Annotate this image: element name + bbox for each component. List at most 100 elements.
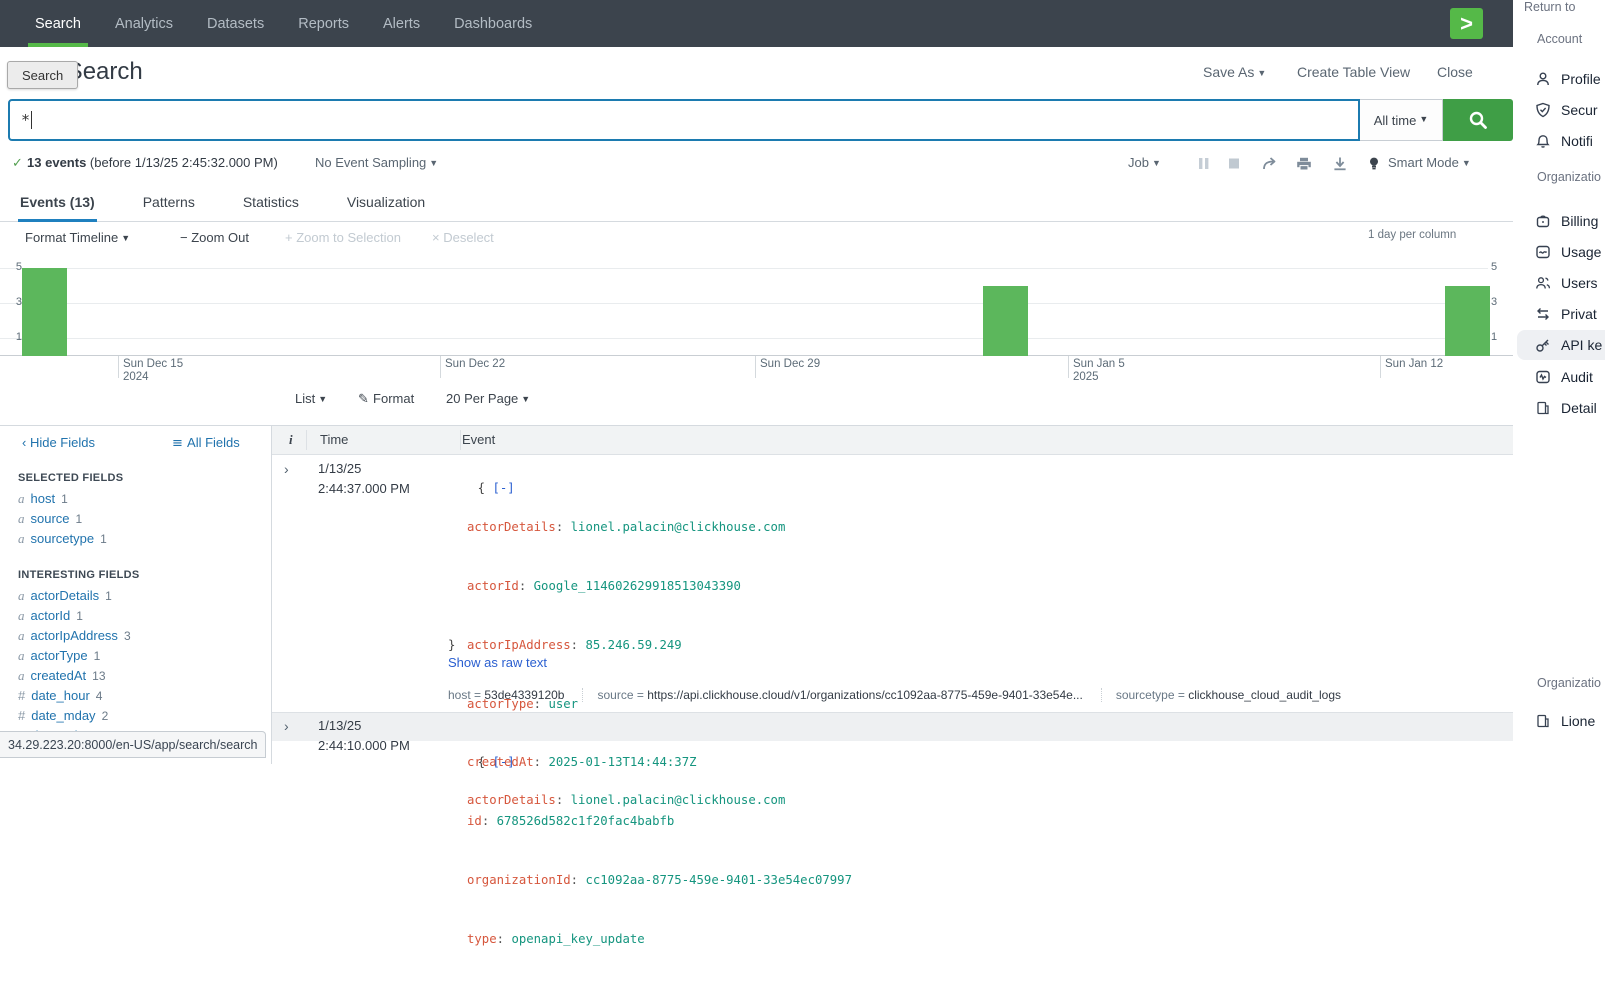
audit-log-icon	[1535, 369, 1551, 385]
panel-item-notifications[interactable]: Notifi	[1517, 126, 1605, 156]
splunk-logo-icon[interactable]: >	[1450, 8, 1483, 39]
nav-item-reports[interactable]: Reports	[281, 0, 366, 47]
field-host[interactable]: ahost1	[18, 491, 68, 507]
chevron-down-icon: ▼	[1152, 158, 1161, 168]
splunk-app-window: Search Analytics Datasets Reports Alerts…	[0, 0, 1513, 764]
check-icon: ✓	[12, 156, 27, 171]
zoom-out-button[interactable]: − Zoom Out	[180, 230, 249, 245]
tab-patterns[interactable]: Patterns	[141, 186, 197, 221]
deselect-button[interactable]: × Deselect	[432, 230, 494, 245]
building-icon	[1535, 400, 1551, 416]
tab-statistics[interactable]: Statistics	[241, 186, 301, 221]
nav-item-dashboards[interactable]: Dashboards	[437, 0, 549, 47]
browser-status-url: 34.29.223.20:8000/en-US/app/search/searc…	[0, 731, 266, 758]
panel-item-usage[interactable]: Usage	[1517, 237, 1605, 267]
chevron-down-icon: ▼	[1462, 158, 1471, 168]
x-axis-tick	[440, 356, 441, 378]
panel-item-users[interactable]: Users	[1517, 268, 1605, 298]
panel-item-private-endpoints[interactable]: Privat	[1517, 299, 1605, 329]
job-status-row: ✓ 13 events (before 1/13/25 2:45:32.000 …	[0, 148, 1513, 180]
show-raw-text-link[interactable]: Show as raw text	[448, 655, 547, 670]
chevron-down-icon: ▼	[521, 394, 530, 404]
panel-item-api-keys[interactable]: API ke	[1517, 330, 1605, 360]
job-dropdown[interactable]: Job▼	[1128, 155, 1161, 170]
histogram-bar[interactable]	[983, 286, 1028, 356]
search-input[interactable]: *	[8, 99, 1360, 141]
y-axis-label: 5	[1491, 261, 1507, 273]
users-icon	[1535, 275, 1551, 291]
field-source[interactable]: asource1	[18, 511, 82, 527]
key-icon	[1535, 337, 1551, 353]
field-actordetails[interactable]: aactorDetails1	[18, 588, 112, 604]
hide-fields-link[interactable]: ‹ Hide Fields	[22, 435, 95, 450]
panel-item-audit[interactable]: Audit	[1517, 362, 1605, 392]
share-button[interactable]	[1262, 157, 1279, 171]
save-as-button[interactable]: Save As▼	[1203, 64, 1266, 80]
histogram-x-axis: Sun Dec 15 2024Sun Dec 22Sun Dec 29Sun J…	[0, 356, 1513, 382]
panel-item-profile[interactable]: Profile	[1517, 64, 1605, 94]
x-axis-label: Sun Jan 5 2025	[1073, 358, 1125, 384]
field-date-hour[interactable]: #date_hour4	[18, 688, 102, 703]
time-range-picker[interactable]: All time▼	[1360, 99, 1443, 141]
histogram-bar[interactable]	[22, 268, 67, 356]
field-actortype[interactable]: aactorType1	[18, 648, 100, 664]
y-axis-label: 1	[6, 331, 22, 343]
create-table-view-button[interactable]: Create Table View	[1297, 64, 1410, 80]
histogram-plot[interactable]: 553311	[0, 258, 1513, 356]
meta-host[interactable]: host53de4339120b	[448, 688, 583, 702]
meta-sourcetype[interactable]: sourcetypeclickhouse_cloud_audit_logs	[1116, 688, 1359, 702]
all-fields-link[interactable]: ≡ All Fields	[172, 435, 240, 451]
events-table-header: i Time Event	[272, 425, 1513, 455]
per-page-dropdown[interactable]: 20 Per Page▼	[446, 391, 530, 406]
event-expand-chevron[interactable]: ›	[284, 718, 289, 734]
event-time: 1/13/25 2:44:37.000 PM	[318, 459, 410, 499]
field-actorid[interactable]: aactorId1	[18, 608, 83, 624]
event-expand-chevron[interactable]: ›	[284, 461, 289, 477]
zoom-to-selection-button[interactable]: + Zoom to Selection	[285, 230, 401, 245]
field-createdat[interactable]: acreatedAt13	[18, 668, 106, 684]
meta-source[interactable]: sourcehttps://api.clickhouse.cloud/v1/or…	[597, 688, 1101, 702]
section-account: Account	[1537, 32, 1582, 46]
event-time: 1/13/25 2:44:10.000 PM	[318, 716, 410, 756]
y-axis-label: 3	[1491, 296, 1507, 308]
col-time: Time	[320, 432, 348, 447]
panel-item-details[interactable]: Detail	[1517, 393, 1605, 423]
section-organization: Organizatio	[1537, 170, 1601, 184]
nav-item-search[interactable]: Search	[18, 0, 98, 47]
nav-item-alerts[interactable]: Alerts	[366, 0, 437, 47]
field-date-mday[interactable]: #date_mday2	[18, 708, 108, 723]
search-button[interactable]	[1443, 99, 1513, 141]
tab-events[interactable]: Events (13)	[18, 186, 97, 221]
field-actoripaddress[interactable]: aactorIpAddress3	[18, 628, 131, 644]
list-view-dropdown[interactable]: List▼	[295, 391, 327, 406]
tab-visualization[interactable]: Visualization	[345, 186, 427, 221]
export-button[interactable]	[1333, 157, 1347, 171]
pencil-icon: ✎	[358, 392, 373, 407]
x-axis-tick	[118, 356, 119, 378]
panel-item-security[interactable]: Secur	[1517, 95, 1605, 125]
print-button[interactable]	[1296, 157, 1312, 171]
bell-icon	[1535, 133, 1551, 149]
format-timeline-dropdown[interactable]: Format Timeline▼	[25, 230, 130, 245]
nav-item-analytics[interactable]: Analytics	[98, 0, 190, 47]
close-button[interactable]: Close	[1437, 64, 1473, 80]
column-divider	[306, 430, 307, 450]
panel-item-billing[interactable]: Billing	[1517, 206, 1605, 236]
field-sourcetype[interactable]: asourcetype1	[18, 531, 107, 547]
format-button[interactable]: ✎ Format	[358, 391, 414, 407]
smart-mode-dropdown[interactable]: Smart Mode▼	[1388, 155, 1471, 170]
event-json-body: actorDetails lionel.palacin@clickhouse.c…	[467, 752, 785, 850]
panel-item-organization-lionel[interactable]: Lione	[1517, 706, 1605, 736]
stop-button[interactable]	[1228, 157, 1240, 170]
json-line: actorIpAddress 85.246.59.249	[467, 636, 852, 656]
event-sampling-dropdown[interactable]: No Event Sampling▼	[315, 155, 438, 170]
histogram-bar[interactable]	[1445, 286, 1490, 356]
chevron-down-icon: ▼	[121, 233, 130, 243]
chevron-down-icon: ▼	[318, 394, 327, 404]
section-organizations: Organizatio	[1537, 676, 1601, 690]
json-line: type openapi_key_update	[467, 930, 852, 950]
text-cursor	[31, 111, 32, 129]
return-to-link[interactable]: Return to	[1524, 0, 1575, 14]
nav-item-datasets[interactable]: Datasets	[190, 0, 281, 47]
pause-button[interactable]	[1198, 157, 1210, 170]
